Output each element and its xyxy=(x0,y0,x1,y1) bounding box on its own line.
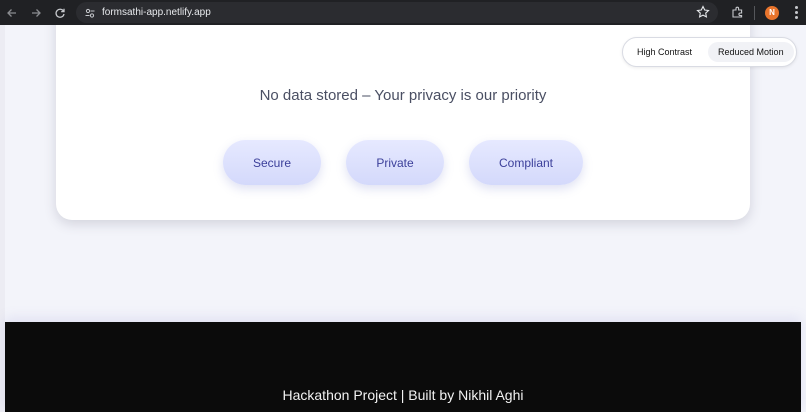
back-button[interactable] xyxy=(0,0,24,25)
dot-icon xyxy=(794,11,798,14)
private-badge: Private xyxy=(346,140,444,185)
dot-icon xyxy=(794,16,798,19)
puzzle-icon xyxy=(731,6,742,18)
accessibility-toolbar: High Contrast Reduced Motion xyxy=(622,37,797,67)
browser-toolbar: formsathi-app.netlify.app N xyxy=(0,0,806,25)
url-text[interactable]: formsathi-app.netlify.app xyxy=(102,7,211,18)
high-contrast-button[interactable]: High Contrast xyxy=(627,42,702,62)
toolbar-divider xyxy=(754,5,755,20)
site-footer: Hackathon Project | Built by Nikhil Aghi xyxy=(5,322,801,412)
reload-icon xyxy=(55,8,65,18)
browser-menu-button[interactable] xyxy=(786,0,806,25)
reduced-motion-button[interactable]: Reduced Motion xyxy=(708,42,794,62)
compliant-badge: Compliant xyxy=(469,140,583,185)
privacy-tagline: No data stored – Your privacy is our pri… xyxy=(259,87,547,104)
secure-badge: Secure xyxy=(223,140,321,185)
forward-button[interactable] xyxy=(24,0,48,25)
reload-button[interactable] xyxy=(48,0,72,25)
extensions-button[interactable] xyxy=(723,0,751,25)
arrow-right-icon xyxy=(32,8,41,17)
address-bar[interactable]: formsathi-app.netlify.app xyxy=(76,2,718,23)
bookmark-star-icon[interactable] xyxy=(696,5,710,19)
footer-credit: Hackathon Project | Built by Nikhil Aghi xyxy=(282,387,524,403)
arrow-left-icon xyxy=(7,8,16,17)
site-info-icon[interactable] xyxy=(82,5,98,21)
dot-icon xyxy=(794,6,798,9)
page-content: No data stored – Your privacy is our pri… xyxy=(0,25,806,412)
profile-avatar[interactable]: N xyxy=(765,5,779,20)
